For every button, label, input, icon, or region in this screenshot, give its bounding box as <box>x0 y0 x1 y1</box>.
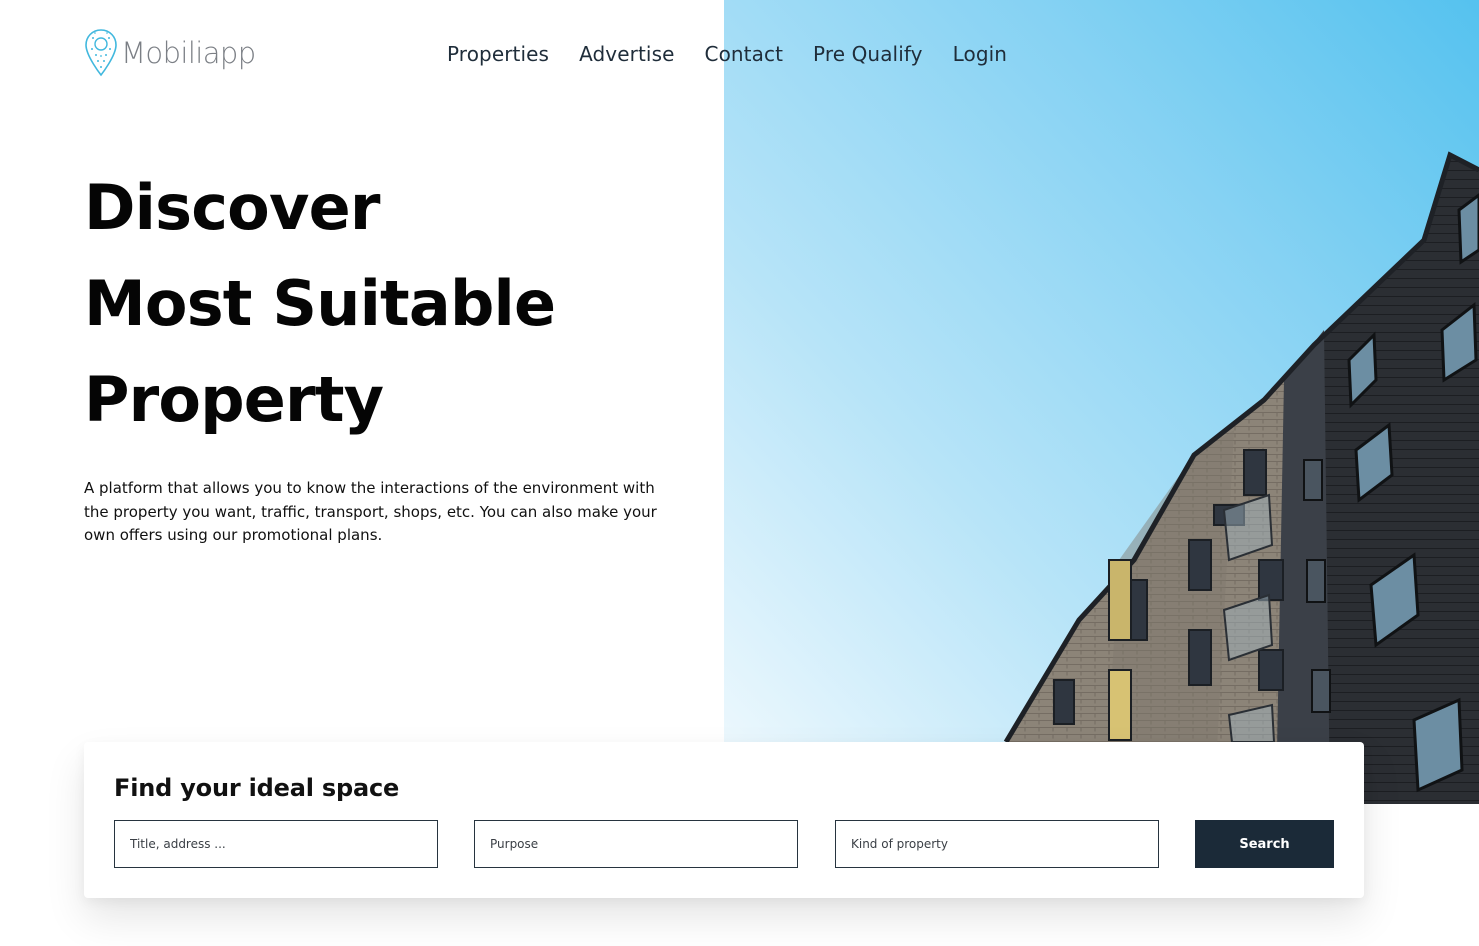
nav-contact[interactable]: Contact <box>705 42 784 66</box>
nav-advertise[interactable]: Advertise <box>579 42 674 66</box>
purpose-input[interactable] <box>475 821 797 867</box>
search-title: Find your ideal space <box>114 774 400 802</box>
brand-name: Mobiliapp <box>121 35 256 70</box>
search-card: Find your ideal space Search <box>84 742 1364 898</box>
headline-line-2: Most Suitable <box>84 267 556 340</box>
map-pin-logo-icon <box>85 29 117 77</box>
hero-headline: Discover Most Suitable Property <box>84 160 704 448</box>
property-kind-input[interactable] <box>836 821 1158 867</box>
purpose-field <box>474 820 798 868</box>
headline-line-1: Discover <box>84 171 380 244</box>
brand-logo[interactable]: Mobiliapp <box>84 28 256 78</box>
nav-properties[interactable]: Properties <box>447 42 549 66</box>
nav-login[interactable]: Login <box>953 42 1007 66</box>
site-header: Mobiliapp Properties Advertise Contact P… <box>84 26 1034 82</box>
title-address-input[interactable] <box>115 821 437 867</box>
hero-description: A platform that allows you to know the i… <box>84 479 657 544</box>
nav-pre-qualify[interactable]: Pre Qualify <box>813 42 923 66</box>
title-address-field <box>114 820 438 868</box>
search-button[interactable]: Search <box>1195 820 1334 868</box>
headline-line-3: Property <box>84 363 384 436</box>
main-nav: Properties Advertise Contact Pre Qualify… <box>447 42 1007 66</box>
property-kind-field <box>835 820 1159 868</box>
hero-building-image <box>724 0 1479 804</box>
